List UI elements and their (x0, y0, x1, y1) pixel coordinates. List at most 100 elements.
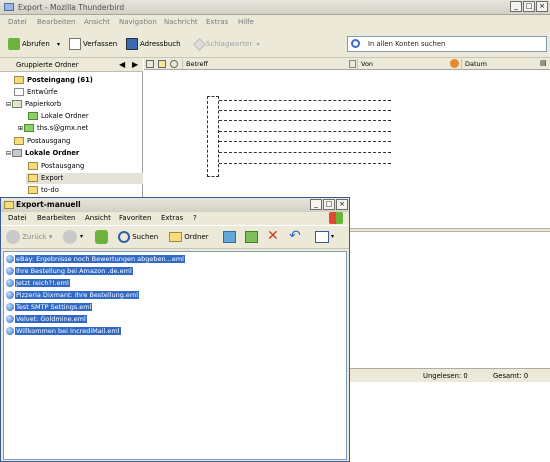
menu-datei[interactable]: Datei (8, 18, 27, 26)
delete-icon[interactable]: ✕ (267, 228, 279, 244)
drag-line (219, 131, 391, 132)
next-view-arrow-icon[interactable]: ▶ (132, 60, 138, 69)
drag-line (219, 110, 391, 111)
junk-column-icon[interactable] (450, 59, 459, 68)
folder-icon (28, 112, 38, 120)
folder-icon (28, 186, 38, 194)
message-list-header: Betreff Von Datum ▤ (144, 58, 550, 70)
search-field[interactable]: In allen Konten suchen (347, 36, 547, 52)
folder-papierkorb[interactable]: ⊟ Papierkorb (6, 99, 61, 110)
eml-file-icon (6, 279, 14, 287)
menu-hilfe[interactable]: Hilfe (238, 18, 254, 26)
prev-view-arrow-icon[interactable]: ◀ (119, 60, 125, 69)
total-count: Gesamt: 0 (493, 372, 529, 380)
eml-file-icon (6, 267, 14, 275)
search-icon (351, 39, 360, 48)
dropdown-arrow-icon[interactable]: ▾ (256, 41, 259, 48)
menu-favoriten[interactable]: Favoriten (119, 214, 151, 222)
drag-line (219, 120, 391, 121)
menu-extras[interactable]: Extras (161, 214, 183, 222)
drag-line (219, 152, 391, 153)
menu-nachricht[interactable]: Nachricht (164, 18, 198, 26)
folder-postausgang[interactable]: Postausgang (14, 136, 70, 147)
file-item[interactable]: Test SMTP Settings.eml (6, 302, 93, 312)
folder-entwurfe[interactable]: Entwürfe (14, 87, 58, 98)
menu-extras[interactable]: Extras (206, 18, 228, 26)
back-button[interactable]: Zurück ▾ (6, 229, 52, 245)
column-von[interactable]: Von (357, 59, 441, 69)
up-folder-icon[interactable] (95, 230, 108, 244)
address-book-icon (126, 38, 138, 50)
file-list[interactable]: eBay: Ergebnisse noch Bewertungen abgebe… (3, 251, 347, 460)
explorer-titlebar: Export-manuell _ □ × (1, 198, 349, 212)
menu-ansicht[interactable]: Ansicht (85, 214, 111, 222)
folder-gmx-account[interactable]: ⊞ ths.s@gmx.net (18, 123, 88, 134)
read-column-icon[interactable] (170, 60, 178, 68)
folder-icon (28, 174, 38, 182)
status-bar: Ungelesen: 0 Gesamt: 0 (343, 368, 550, 382)
eml-file-icon (6, 327, 14, 335)
dropdown-arrow-icon[interactable]: ▾ (57, 41, 60, 48)
move-to-icon[interactable] (223, 231, 236, 243)
menu-bearbeiten[interactable]: Bearbeiten (37, 214, 75, 222)
column-separator-icon[interactable] (349, 60, 356, 68)
trash-icon (12, 100, 23, 108)
column-picker-icon[interactable]: ▤ (540, 59, 547, 67)
search-button[interactable]: Suchen (118, 229, 158, 245)
adressbuch-button[interactable]: Adressbuch (126, 37, 181, 51)
file-item[interactable]: Willkommen bei IncrediMail.eml (6, 326, 121, 336)
file-item[interactable]: Ihre Bestellung bei Amazon .de.eml (6, 266, 133, 276)
unread-count: Ungelesen: 0 (423, 372, 468, 380)
inbox-icon (14, 76, 24, 84)
drafts-icon (14, 88, 24, 96)
menu-datei[interactable]: Datei (8, 214, 27, 222)
drag-placeholder (207, 96, 219, 177)
menu-help[interactable]: ? (193, 214, 197, 222)
column-betreff[interactable]: Betreff (182, 59, 348, 69)
menu-ansicht[interactable]: Ansicht (84, 18, 110, 26)
maximize-button[interactable]: □ (523, 1, 535, 12)
expand-icon[interactable]: ⊞ (18, 125, 23, 132)
file-item[interactable]: eBay: Ergebnisse noch Bewertungen abgebe… (6, 254, 185, 264)
verfassen-button[interactable]: Verfassen (69, 37, 117, 51)
forward-dropdown-icon[interactable]: ▾ (80, 233, 83, 240)
file-item[interactable]: Velvet: Goldmine.eml (6, 314, 87, 324)
windows-logo-icon (329, 212, 343, 224)
folders-icon (169, 232, 182, 242)
close-button[interactable]: × (336, 199, 348, 210)
close-button[interactable]: × (536, 1, 548, 12)
maximize-button[interactable]: □ (323, 199, 335, 210)
folder-lokale-ordner-sub[interactable]: Lokale Ordner (28, 111, 89, 122)
abrufen-button[interactable]: Abrufen ▾ (8, 37, 60, 51)
collapse-icon[interactable]: ⊟ (6, 150, 11, 157)
minimize-button[interactable]: _ (310, 199, 322, 210)
window-title: Export - Mozilla Thunderbird (18, 3, 125, 12)
folder-export[interactable]: Export (26, 173, 143, 184)
file-item[interactable]: Jetzt reich?!.eml (6, 278, 70, 288)
folders-button[interactable]: Ordner (169, 229, 209, 245)
thread-column-icon[interactable] (146, 60, 154, 68)
drag-line (219, 100, 391, 101)
views-icon[interactable] (315, 231, 329, 243)
forward-arrow-icon[interactable] (63, 230, 77, 244)
folder-pane: Gruppierte Ordner ◀ ▶ Posteingang (61) E… (0, 58, 143, 198)
folder-lokale-ordner[interactable]: ⊟ Lokale Ordner (6, 148, 79, 159)
thunderbird-titlebar: Export - Mozilla Thunderbird _ □ × (0, 0, 550, 15)
views-dropdown-icon[interactable]: ▾ (331, 233, 334, 240)
collapse-icon[interactable]: ⊟ (6, 101, 11, 108)
eml-file-icon (6, 291, 14, 299)
attachment-column-icon[interactable] (158, 60, 166, 68)
copy-to-icon[interactable] (245, 231, 258, 243)
menu-bearbeiten[interactable]: Bearbeiten (37, 18, 75, 26)
folder-icon (24, 124, 35, 132)
minimize-button[interactable]: _ (510, 1, 522, 12)
folder-to-do[interactable]: to-do (28, 185, 59, 196)
folder-posteingang[interactable]: Posteingang (61) (14, 75, 93, 86)
file-item[interactable]: Pizzeria Dixmant: Ihre Bestellung.eml (6, 290, 140, 300)
column-datum[interactable]: Datum (461, 59, 531, 69)
schlagworter-button[interactable]: Schlagworter ▾ (193, 37, 259, 51)
folder-lokal-postausgang[interactable]: Postausgang (28, 161, 84, 172)
undo-icon[interactable]: ↶ (289, 228, 301, 244)
eml-file-icon (6, 255, 14, 263)
menu-navigation[interactable]: Navigation (119, 18, 157, 26)
